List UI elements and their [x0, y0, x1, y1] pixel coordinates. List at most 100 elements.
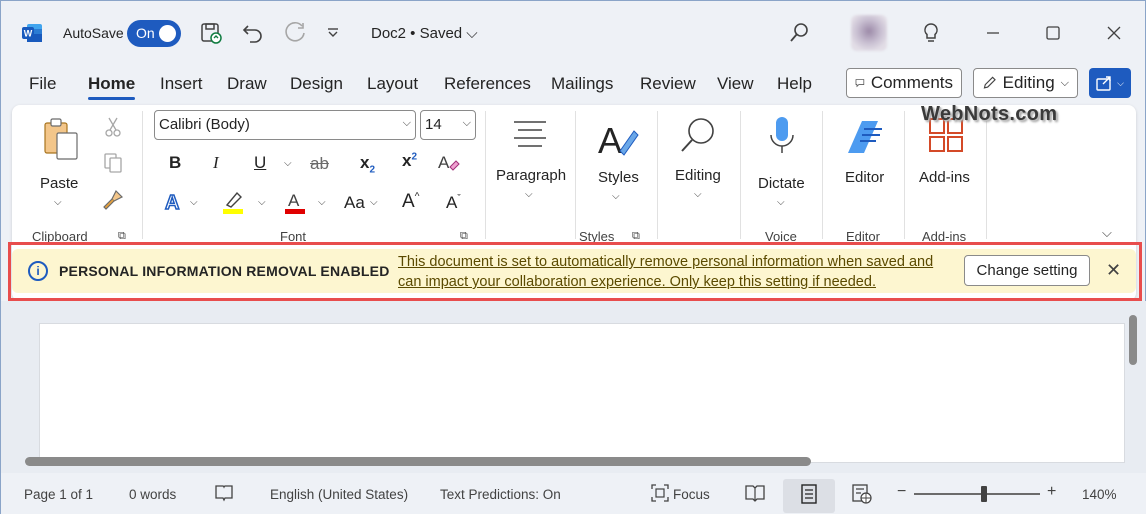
format-painter-icon[interactable]	[102, 189, 124, 211]
status-bar: Page 1 of 1 0 words English (United Stat…	[1, 473, 1146, 514]
autosave-toggle[interactable]: On	[127, 20, 181, 47]
zoom-level[interactable]: 140%	[1082, 487, 1117, 502]
separator	[485, 111, 486, 239]
tab-draw[interactable]: Draw	[227, 74, 267, 94]
customize-qat-icon[interactable]	[319, 19, 347, 47]
close-window-icon[interactable]	[1100, 19, 1128, 47]
tab-file[interactable]: File	[29, 74, 56, 94]
editor-button[interactable]: Editor	[845, 169, 884, 186]
maximize-icon[interactable]	[1039, 19, 1067, 47]
share-button[interactable]: ⌵	[1089, 68, 1131, 98]
separator	[822, 111, 823, 239]
chevron-down-icon: ⌵	[1060, 76, 1069, 89]
read-mode-icon[interactable]	[745, 484, 765, 502]
grow-font-button[interactable]: A^	[402, 191, 419, 213]
tab-view[interactable]: View	[717, 74, 754, 94]
focus-button[interactable]: Focus	[673, 487, 710, 502]
highlighter-icon[interactable]	[221, 189, 245, 215]
active-tab-indicator	[88, 97, 135, 100]
paragraph-button[interactable]: Paragraph	[496, 167, 566, 184]
chevron-down-icon[interactable]: ⌵	[190, 197, 198, 208]
undo-icon[interactable]	[239, 19, 267, 47]
horizontal-scrollbar[interactable]	[25, 457, 811, 466]
search-icon[interactable]	[785, 19, 813, 47]
chevron-down-icon[interactable]: ⌵	[258, 197, 266, 208]
pencil-icon	[983, 76, 996, 89]
font-size-select[interactable]: 14 ⌵	[420, 110, 476, 140]
proofing-book-icon[interactable]	[214, 484, 234, 502]
zoom-in-icon[interactable]: +	[1047, 483, 1056, 501]
comments-label: Comments	[870, 73, 953, 92]
comments-button[interactable]: Comments	[846, 68, 962, 98]
vertical-scrollbar[interactable]	[1129, 315, 1137, 365]
minimize-icon[interactable]	[979, 19, 1007, 47]
focus-icon	[651, 484, 669, 502]
chevron-down-icon[interactable]: ⌵	[318, 197, 326, 208]
redo-icon[interactable]	[281, 19, 309, 47]
text-effects-icon[interactable]: A	[163, 191, 185, 213]
paste-icon	[44, 118, 78, 160]
editing-mode-label: Editing	[1002, 73, 1055, 92]
tab-insert[interactable]: Insert	[160, 74, 203, 94]
chevron-down-icon[interactable]: ⌵	[694, 189, 702, 200]
chevron-down-icon[interactable]: ⌵	[525, 189, 533, 200]
language-status[interactable]: English (United States)	[270, 487, 408, 502]
separator	[657, 111, 658, 239]
word-logo-icon: W	[22, 24, 42, 42]
editing-mode-button[interactable]: Editing ⌵	[973, 68, 1078, 98]
tab-help[interactable]: Help	[777, 74, 812, 94]
bold-button[interactable]: B	[169, 153, 181, 173]
word-window: W AutoSave On Doc2 • Saved ⌵ File Home I…	[0, 0, 1146, 514]
autosave-label: AutoSave	[63, 25, 124, 41]
add-ins-button[interactable]: Add-ins	[919, 169, 970, 186]
document-title[interactable]: Doc2 • Saved ⌵	[371, 25, 478, 42]
svg-text:A: A	[165, 192, 179, 213]
font-name-value: Calibri (Body)	[159, 116, 250, 133]
font-name-select[interactable]: Calibri (Body) ⌵	[154, 110, 416, 140]
chevron-down-icon[interactable]: ⌵	[777, 197, 785, 208]
page-count[interactable]: Page 1 of 1	[24, 487, 93, 502]
web-layout-icon[interactable]	[852, 484, 872, 504]
cut-icon[interactable]	[104, 117, 122, 137]
zoom-slider[interactable]	[914, 493, 1040, 495]
font-size-value: 14	[425, 116, 442, 133]
styles-button[interactable]: Styles	[598, 169, 639, 186]
tab-home[interactable]: Home	[88, 74, 135, 94]
copy-icon[interactable]	[102, 153, 124, 173]
underline-button[interactable]: U	[254, 153, 266, 173]
font-color-icon[interactable]: A	[283, 189, 307, 215]
paste-button[interactable]: Paste	[40, 175, 78, 192]
separator	[904, 111, 905, 239]
document-page[interactable]	[39, 323, 1125, 463]
comment-icon	[855, 79, 865, 88]
text-predictions-status[interactable]: Text Predictions: On	[440, 487, 561, 502]
tab-references[interactable]: References	[444, 74, 531, 94]
chevron-down-icon: ⌵	[462, 117, 471, 129]
zoom-slider-thumb[interactable]	[981, 486, 987, 502]
strikethrough-button[interactable]: ab	[310, 154, 329, 174]
user-avatar[interactable]	[851, 15, 887, 51]
chevron-down-icon[interactable]: ⌵	[370, 197, 378, 208]
word-count[interactable]: 0 words	[129, 487, 176, 502]
zoom-out-icon[interactable]: −	[897, 483, 906, 501]
tab-review[interactable]: Review	[640, 74, 696, 94]
chevron-down-icon[interactable]: ⌵	[284, 158, 292, 169]
tab-mailings[interactable]: Mailings	[551, 74, 613, 94]
dictate-button[interactable]: Dictate	[758, 175, 805, 192]
lightbulb-icon[interactable]	[917, 19, 945, 47]
superscript-button[interactable]: x2	[402, 151, 417, 171]
editor-icon	[848, 121, 882, 153]
change-case-button[interactable]: Aa	[344, 193, 365, 213]
shrink-font-button[interactable]: Aˇ	[446, 193, 461, 213]
tab-layout[interactable]: Layout	[367, 74, 418, 94]
editing-button[interactable]: Editing	[675, 167, 721, 184]
tab-design[interactable]: Design	[290, 74, 343, 94]
subscript-button[interactable]: x2	[360, 153, 375, 175]
clear-formatting-icon[interactable]: A	[436, 151, 460, 175]
ribbon-collapse-chevron-icon[interactable]: ⌵	[1102, 225, 1112, 241]
print-layout-icon[interactable]	[800, 484, 818, 504]
italic-button[interactable]: I	[213, 153, 219, 173]
save-sync-icon[interactable]	[197, 19, 225, 47]
chevron-down-icon[interactable]: ⌵	[54, 197, 62, 208]
chevron-down-icon[interactable]: ⌵	[612, 191, 620, 202]
